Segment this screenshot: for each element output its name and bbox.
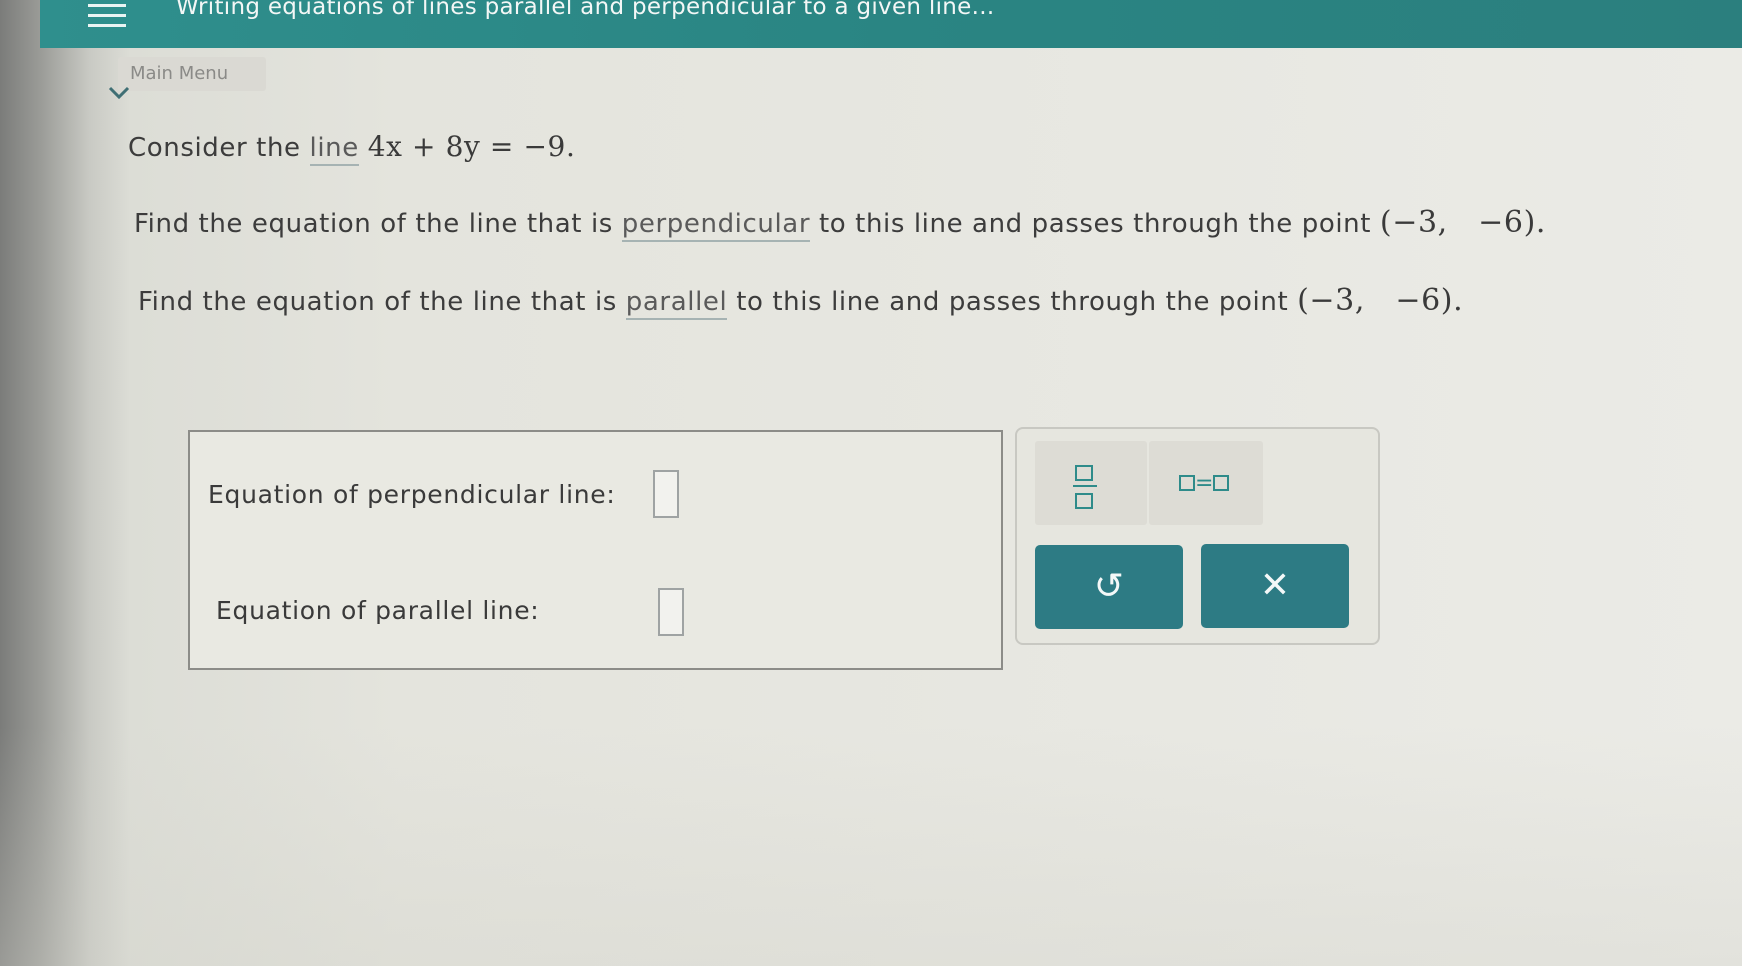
perpendicular-label: Equation of perpendicular line:	[208, 480, 616, 509]
page-title: Writing equations of lines parallel and …	[176, 0, 995, 20]
main-menu-label: Main Menu	[130, 63, 229, 84]
chevron-down-icon[interactable]	[108, 86, 130, 100]
line-definition-link[interactable]: line	[309, 133, 359, 166]
undo-icon: ↺	[1093, 566, 1125, 607]
parallel-answer-input[interactable]	[658, 588, 684, 636]
equation-icon: =	[1179, 471, 1230, 496]
point-coordinates: (−3, −6).	[1297, 283, 1464, 318]
question-text: Find the equation of the line that is	[134, 209, 622, 239]
hamburger-icon[interactable]	[88, 4, 128, 38]
close-icon: ✕	[1259, 565, 1291, 606]
line-equation: 4x + 8y = −9.	[367, 130, 576, 163]
answer-box: Equation of perpendicular line: Equation…	[188, 430, 1003, 670]
question-text: to this line and passes through the poin…	[810, 209, 1380, 239]
question-text: Consider the	[128, 133, 310, 163]
question-text: Find the equation of the line that is	[138, 287, 626, 317]
point-coordinates: (−3, −6).	[1379, 205, 1547, 240]
fraction-icon	[1073, 461, 1099, 511]
math-tool-panel: = ↺ ✕	[1015, 427, 1380, 645]
parallel-definition-link[interactable]: parallel	[625, 287, 728, 320]
question-line-1: Consider the line 4x + 8y = −9.	[128, 130, 576, 166]
screen: Writing equations of lines parallel and …	[0, 0, 1742, 966]
main-menu-button[interactable]: Main Menu	[118, 57, 266, 91]
fraction-button[interactable]	[1035, 441, 1147, 525]
equation-button[interactable]: =	[1149, 441, 1263, 525]
question-line-3: Find the equation of the line that is pa…	[138, 283, 1464, 320]
question-line-2: Find the equation of the line that is pe…	[134, 205, 1547, 242]
equals-sign: =	[1195, 471, 1214, 496]
perpendicular-definition-link[interactable]: perpendicular	[621, 209, 811, 242]
clear-button[interactable]: ✕	[1201, 544, 1349, 628]
background-shade	[0, 726, 1742, 966]
undo-button[interactable]: ↺	[1035, 545, 1183, 629]
perpendicular-answer-input[interactable]	[653, 470, 679, 518]
question-text: to this line and passes through the poin…	[727, 287, 1298, 317]
parallel-label: Equation of parallel line:	[216, 596, 540, 625]
